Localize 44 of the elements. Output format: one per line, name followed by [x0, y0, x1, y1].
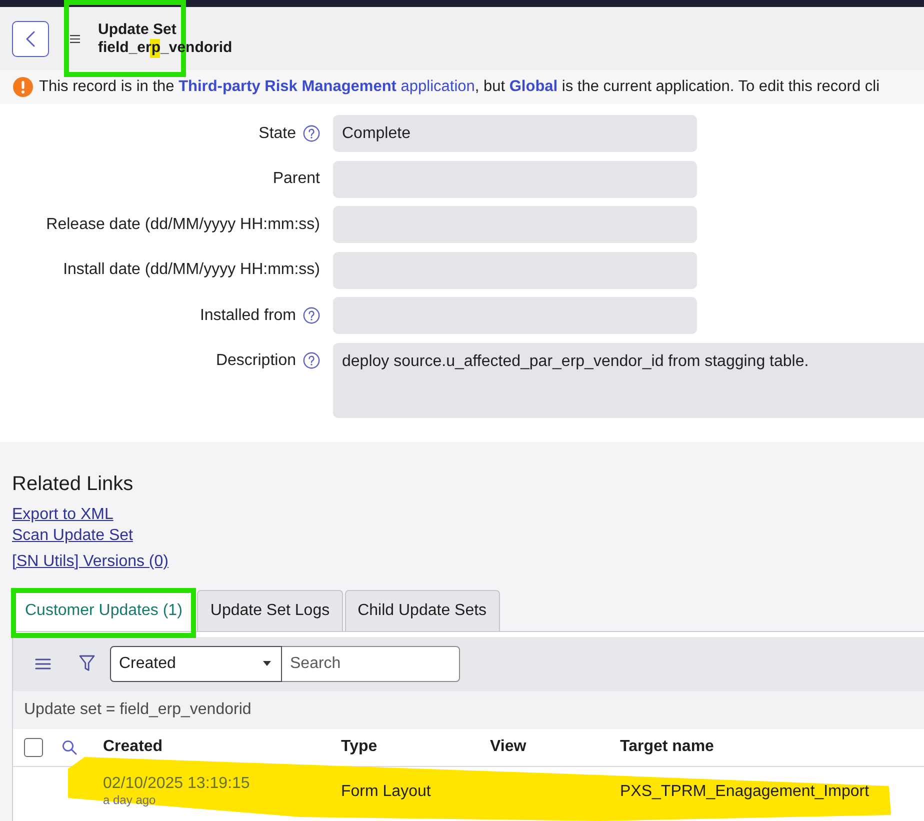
text-field[interactable]	[333, 206, 697, 244]
text-field[interactable]	[333, 160, 697, 198]
section-title: Related Links	[12, 472, 134, 496]
text-area[interactable]: deploy source.u_affected_par_erp_vendor_id from stagging table.	[333, 342, 924, 418]
text-field[interactable]: Complete	[333, 115, 697, 152]
field-label: Parent	[272, 170, 320, 188]
text-field[interactable]	[333, 252, 697, 289]
column-header[interactable]: View	[490, 738, 526, 756]
field-label: State	[258, 124, 296, 142]
alert-icon	[13, 77, 33, 97]
record-link[interactable]: 02/10/2025 13:19:15	[103, 774, 250, 793]
column-header[interactable]: Created	[103, 738, 163, 756]
help-icon[interactable]	[303, 307, 320, 324]
search-icon[interactable]	[62, 740, 77, 755]
tab[interactable]: Update Set Logs	[197, 590, 343, 631]
table-cell: PXS_TPRM_Enagagement_Import	[620, 782, 870, 800]
menu-icon[interactable]	[70, 34, 80, 42]
column-header[interactable]: Target name	[620, 738, 714, 756]
help-icon[interactable]	[303, 352, 320, 370]
notice-message: This record is in the Third-party Risk Management application, but Global is the current application. To edit this record cli	[39, 78, 880, 96]
select-all-checkbox[interactable]	[24, 738, 43, 757]
application-link[interactable]: Global	[509, 78, 558, 95]
application-link[interactable]: Third-party Risk Management application	[178, 78, 475, 95]
search-field[interactable]: Search	[282, 646, 460, 682]
table-cell: Form Layout	[341, 782, 431, 800]
text-field[interactable]	[333, 297, 697, 334]
related-link[interactable]: Scan Update Set	[12, 524, 133, 546]
field-label: Release date (dd/MM/yyyy HH:mm:ss)	[46, 216, 320, 234]
record-title: Update Set	[98, 20, 176, 38]
menu-icon[interactable]	[35, 658, 51, 670]
column-header[interactable]: Type	[341, 738, 378, 756]
breadcrumb-link[interactable]: Update set = field_erp_vendorid	[24, 700, 252, 719]
related-link[interactable]: Export to XML	[12, 504, 114, 525]
field-label: Installed from	[200, 306, 296, 325]
field-select[interactable]: Created	[110, 646, 282, 682]
filter-icon[interactable]	[79, 655, 95, 672]
field-label: Description	[216, 352, 296, 370]
help-icon[interactable]	[303, 125, 320, 142]
tab[interactable]: Child Update Sets	[344, 590, 500, 631]
chevron-left-icon	[26, 30, 35, 46]
field-label: Install date (dd/MM/yyyy HH:mm:ss)	[63, 261, 320, 280]
back-button[interactable]	[12, 20, 49, 56]
caret-icon	[263, 661, 271, 666]
related-link[interactable]: [SN Utils] Versions (0)	[12, 550, 168, 572]
